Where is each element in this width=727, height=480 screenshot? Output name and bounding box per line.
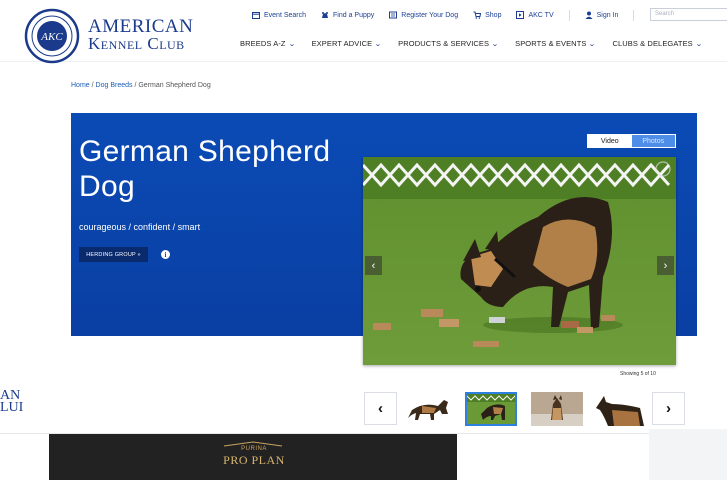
breadcrumb-dog-breeds[interactable]: Dog Breeds bbox=[96, 82, 133, 89]
calendar-icon bbox=[252, 12, 260, 19]
nav-products-services[interactable]: PRODUCTS & SERVICES ⌄ bbox=[398, 39, 499, 48]
thumbnail-prev-button[interactable]: ‹ bbox=[364, 392, 397, 425]
page: AKC American Kennel Club Event Search Fi… bbox=[0, 0, 727, 480]
logo-line-2: Kennel Club bbox=[88, 34, 185, 53]
tab-video[interactable]: Video bbox=[588, 135, 632, 147]
nav-label: CLUBS & DELEGATES bbox=[612, 39, 693, 48]
dog-icon bbox=[322, 12, 329, 18]
util-label: Find a Puppy bbox=[333, 11, 375, 19]
util-label: Shop bbox=[485, 11, 502, 19]
util-event-search[interactable]: Event Search bbox=[252, 11, 306, 19]
nav-breeds-a-z[interactable]: BREEDS A-Z ⌄ bbox=[240, 39, 295, 48]
breed-traits: courageous / confident / smart bbox=[79, 222, 201, 232]
util-label: Register Your Dog bbox=[401, 11, 459, 19]
chevron-down-icon: ⌄ bbox=[694, 40, 703, 48]
herding-group-button[interactable]: HERDING GROUP » bbox=[79, 247, 148, 262]
util-label: AKC TV bbox=[528, 11, 554, 19]
user-icon bbox=[585, 11, 593, 19]
seal-text: AKC bbox=[40, 31, 63, 43]
side-panel-placeholder bbox=[649, 429, 727, 480]
thumbnail-3[interactable] bbox=[531, 392, 583, 426]
main-nav: BREEDS A-Z ⌄ EXPERT ADVICE ⌄ PRODUCTS & SE… bbox=[240, 39, 719, 48]
nav-clubs-delegates[interactable]: CLUBS & DELEGATES ⌄ bbox=[612, 39, 703, 48]
chevron-down-icon: ⌄ bbox=[287, 40, 296, 48]
nav-expert-advice[interactable]: EXPERT ADVICE ⌄ bbox=[312, 39, 382, 48]
chevron-right-icon: › bbox=[666, 400, 671, 417]
logo-wordmark[interactable]: American Kennel Club bbox=[88, 16, 194, 53]
photo-prev-button[interactable]: ‹ bbox=[365, 256, 382, 275]
play-icon bbox=[516, 11, 525, 19]
search-input[interactable]: Search bbox=[650, 8, 727, 21]
thumbnail-2-selected[interactable] bbox=[465, 392, 517, 426]
tab-photos[interactable]: Photos bbox=[631, 135, 675, 147]
partial-akc-logo: AN LUI bbox=[0, 389, 24, 415]
breed-photo bbox=[363, 157, 676, 365]
chevron-right-icon: › bbox=[663, 259, 668, 272]
thumbnail-dog-image bbox=[404, 392, 456, 426]
util-separator bbox=[633, 9, 635, 21]
register-icon bbox=[389, 11, 398, 19]
ad-purina-text: PURINA bbox=[241, 446, 267, 452]
utility-nav: Event Search Find a Puppy Register Your … bbox=[252, 9, 649, 21]
util-akc-tv[interactable]: AKC TV bbox=[516, 11, 554, 19]
thumbnail-next-button[interactable]: › bbox=[652, 392, 685, 425]
photo-counter: Showing 5 of 10 bbox=[620, 371, 656, 377]
site-header: AKC American Kennel Club Event Search Fi… bbox=[0, 0, 727, 64]
chevron-left-icon: ‹ bbox=[378, 400, 383, 417]
nav-label: PRODUCTS & SERVICES bbox=[398, 39, 490, 48]
cart-icon bbox=[473, 11, 482, 19]
partial-logo-line-2: LUI bbox=[0, 400, 24, 415]
thumbnail-1[interactable] bbox=[404, 392, 456, 426]
util-label: Event Search bbox=[264, 11, 307, 19]
util-label: Sign In bbox=[596, 11, 619, 19]
chevron-down-icon: ⌄ bbox=[374, 40, 383, 48]
media-toggle: Video Photos bbox=[587, 134, 676, 148]
breadcrumb-home[interactable]: Home bbox=[71, 82, 90, 89]
ad-proplan-text: PRO PLAN bbox=[223, 453, 285, 467]
util-sign-in[interactable]: Sign In bbox=[585, 11, 619, 19]
nav-label: SPORTS & EVENTS bbox=[515, 39, 587, 48]
nav-label: EXPERT ADVICE bbox=[311, 39, 373, 48]
util-shop[interactable]: Shop bbox=[473, 11, 501, 19]
breed-title: German Shepherd Dog bbox=[79, 135, 331, 203]
util-find-puppy[interactable]: Find a Puppy bbox=[321, 11, 374, 19]
breadcrumb-current: German Shepherd Dog bbox=[138, 82, 211, 89]
thumbnail-dog-image bbox=[467, 394, 515, 424]
photo-next-button[interactable]: › bbox=[657, 256, 674, 275]
chevron-down-icon: ⌄ bbox=[588, 40, 597, 48]
thumbnail-4[interactable] bbox=[594, 392, 646, 426]
util-register-dog[interactable]: Register Your Dog bbox=[389, 11, 458, 19]
util-separator bbox=[568, 9, 570, 21]
akc-seal-logo[interactable]: AKC bbox=[24, 8, 80, 64]
thumbnail-dog-image bbox=[531, 392, 583, 426]
logo-line-1: American bbox=[88, 16, 194, 37]
purina-pro-plan-logo: PURINA PRO PLAN bbox=[214, 446, 294, 468]
chevron-down-icon: ⌄ bbox=[491, 40, 499, 48]
thumbnail-dog-image bbox=[594, 392, 646, 426]
nav-sports-events[interactable]: SPORTS & EVENTS ⌄ bbox=[515, 39, 597, 48]
nav-label: BREEDS A-Z bbox=[240, 39, 286, 48]
chevron-left-icon: ‹ bbox=[371, 259, 376, 272]
german-shepherd-photo bbox=[363, 157, 676, 365]
info-icon[interactable]: i bbox=[161, 250, 170, 259]
breadcrumb: Home / Dog Breeds / German Shepherd Dog bbox=[71, 82, 211, 89]
